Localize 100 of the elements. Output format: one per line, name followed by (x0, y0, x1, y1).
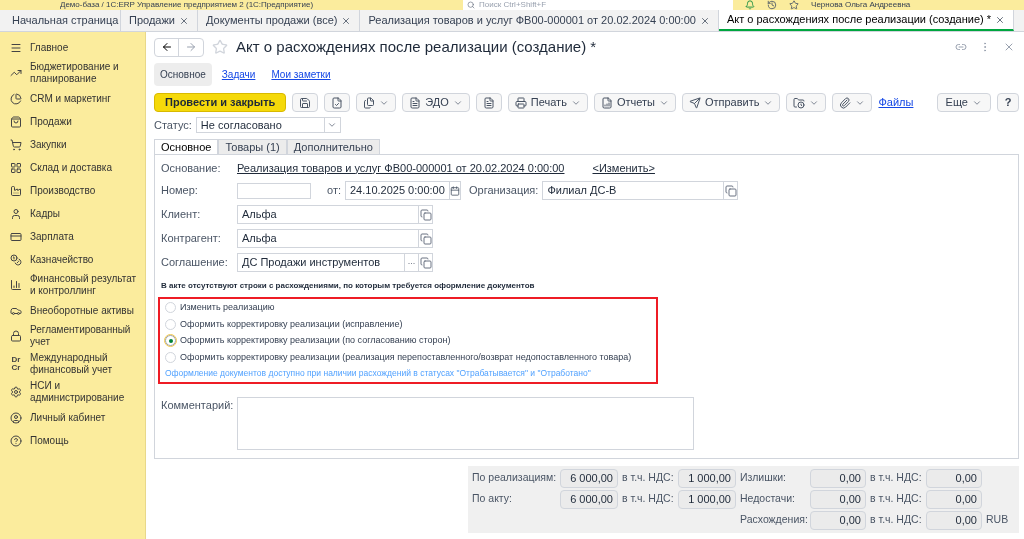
input-field[interactable]: ДС Продажи инструментов ... (237, 253, 433, 272)
change-link[interactable]: <Изменить> (592, 159, 655, 176)
section-icon (10, 92, 22, 105)
calendar-icon[interactable] (449, 185, 460, 196)
close-icon[interactable] (1003, 41, 1015, 53)
section-icon (10, 411, 22, 424)
form-tab[interactable]: Товары (1) (218, 138, 287, 155)
post-button[interactable] (324, 93, 351, 112)
total-field: 1 000,00 (678, 489, 736, 509)
help-button[interactable]: ? (997, 93, 1019, 112)
create-button[interactable] (356, 93, 397, 112)
sidebar-item[interactable]: Казначейство (0, 248, 145, 271)
section-tab[interactable]: Основное (154, 63, 212, 86)
sidebar-item[interactable]: Продажи (0, 110, 145, 133)
edo-button[interactable]: ЭДО (402, 93, 470, 112)
field-label: Комментарий: (161, 397, 233, 413)
open-icon (419, 232, 432, 245)
sidebar-item[interactable]: Регламентированный учет (0, 322, 145, 350)
sidebar-item[interactable]: Зарплата (0, 225, 145, 248)
history-icon[interactable] (767, 0, 778, 10)
send-button[interactable]: Отправить (681, 93, 781, 112)
total-field: 0,00 (810, 489, 866, 509)
radio-button[interactable] (165, 318, 176, 330)
total-label: Недостачи: (740, 491, 796, 507)
folder-button[interactable] (786, 93, 827, 112)
field-label: Соглашение: (161, 255, 229, 271)
bell-icon[interactable] (745, 0, 756, 10)
open-icon (419, 256, 432, 269)
section-icon (10, 386, 22, 398)
total-field: 0,00 (810, 468, 866, 488)
field-label: Основание: (161, 160, 222, 176)
radio-button[interactable] (165, 351, 176, 363)
sidebar-item[interactable]: Главное (0, 36, 145, 59)
radio-option[interactable]: Оформить корректировку реализации (реализация перепоставленного/возврат недопоставленного товара) (165, 350, 652, 364)
print-button[interactable]: Печать (507, 93, 588, 112)
sidebar-item[interactable]: Личный кабинет (0, 406, 145, 429)
total-label: По реализациям: (472, 470, 556, 486)
save-button[interactable] (292, 93, 319, 112)
input-field[interactable]: Альфа (237, 229, 433, 248)
doc-button[interactable] (475, 93, 502, 112)
radio-option[interactable]: Изменить реализацию (165, 301, 652, 315)
sidebar-item[interactable]: Склад и доставка (0, 156, 145, 179)
star-icon[interactable] (789, 0, 800, 10)
print-icon (514, 96, 527, 109)
close-icon[interactable] (699, 15, 710, 26)
basis-link[interactable]: Реализация товаров и услуг ФВ00-000001 от 20.02.2024 0:00:00 (237, 159, 565, 176)
radio-button[interactable] (165, 302, 176, 314)
open-tab[interactable]: Документы продажи (все) (197, 10, 361, 31)
form-tab[interactable]: Основное (154, 138, 219, 155)
input-field[interactable]: Филиал ДС-В (542, 181, 739, 200)
sidebar-item[interactable]: Закупки (0, 133, 145, 156)
reports-button[interactable]: Отчеты (593, 93, 676, 112)
open-tab[interactable]: Реализация товаров и услуг ФВ00-000001 от 20.02.2024 0:00:00 (360, 10, 719, 31)
comment-field[interactable] (237, 396, 694, 450)
user-name: Чернова Ольга Андреевна (811, 0, 911, 10)
close-icon[interactable] (178, 15, 189, 26)
sidebar-item[interactable]: Финансовый результат и контроллинг (0, 271, 145, 299)
total-label: Расхождения: (740, 512, 806, 528)
close-icon[interactable] (995, 14, 1006, 25)
close-icon[interactable] (341, 15, 352, 26)
form-tab[interactable]: Дополнительно (286, 138, 380, 155)
number-field[interactable] (237, 182, 311, 199)
section-icon (10, 67, 22, 79)
radio-option[interactable]: Оформить корректировку реализации (по согласованию сторон) (165, 334, 652, 348)
radio-option[interactable]: Оформить корректировку реализации (исправление) (165, 317, 652, 331)
sidebar-item[interactable]: Внеоборотные активы (0, 299, 145, 322)
section-icon (10, 115, 22, 128)
notice-text: В акте отсутствуют строки с расхождениями, по которым требуется оформление документов (161, 280, 536, 292)
files-link[interactable]: Файлы (878, 94, 914, 111)
sidebar-item[interactable]: НСИ и администрирование (0, 378, 145, 406)
radio-button[interactable] (165, 335, 176, 347)
sidebar-item[interactable]: Бюджетирование и планирование (0, 59, 145, 87)
sidebar-item[interactable]: Помощь (0, 429, 145, 452)
total-field: 0,00 (926, 489, 982, 509)
section-icon (10, 161, 22, 174)
status-select[interactable]: Не согласовано (195, 117, 341, 134)
sidebar-item[interactable]: Производство (0, 179, 145, 202)
total-label: Излишки: (740, 470, 788, 486)
open-tab[interactable]: Продажи (121, 10, 198, 31)
sidebar-item[interactable]: Кадры (0, 202, 145, 225)
sidebar-item[interactable]: Dr Cr Международный финансовый учет (0, 350, 145, 378)
status-label: Статус: (154, 118, 192, 133)
total-field: 0,00 (926, 468, 982, 488)
input-field[interactable]: Альфа (237, 205, 433, 224)
open-tab[interactable]: Акт о расхождениях после реализации (создание) * (718, 10, 1015, 31)
total-label: По акту: (472, 491, 513, 507)
post-and-close-button[interactable]: Провести и закрыть (154, 93, 287, 112)
section-tab[interactable]: Задачи (215, 63, 262, 86)
clip-button[interactable] (832, 93, 873, 112)
input-field[interactable]: 24.10.2025 0:00:00 (345, 181, 461, 200)
total-label: RUB (986, 512, 1010, 528)
section-tab[interactable]: Мои заметки (265, 63, 337, 86)
field-label: Контрагент: (161, 231, 222, 247)
more-button[interactable]: Еще (936, 93, 991, 112)
post-icon (331, 96, 344, 109)
link-icon[interactable] (955, 41, 967, 53)
total-label: в т.ч. НДС: (870, 512, 922, 528)
select-button[interactable]: ... (404, 254, 418, 271)
total-label: в т.ч. НДС: (622, 470, 674, 486)
sidebar-item[interactable]: CRM и маркетинг (0, 87, 145, 110)
